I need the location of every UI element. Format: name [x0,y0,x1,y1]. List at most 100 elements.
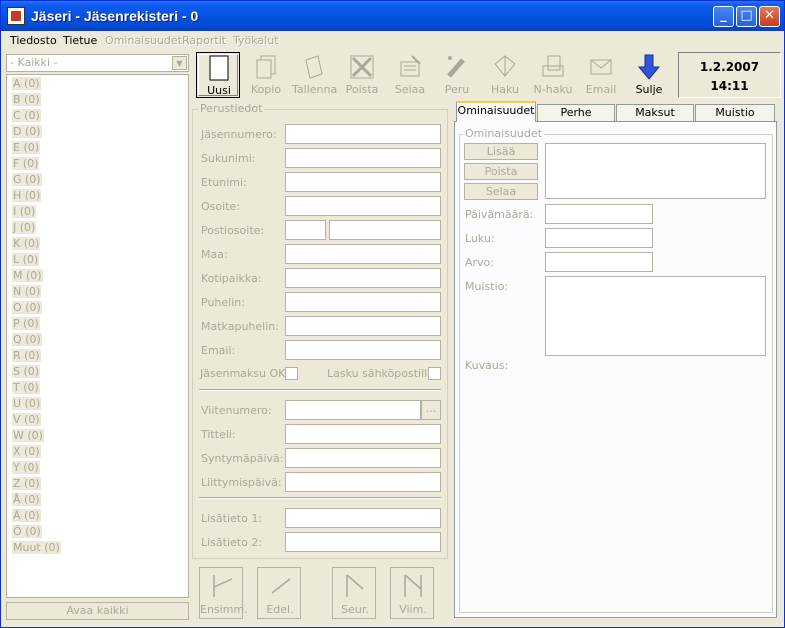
letter-list-item[interactable]: Y (0) [12,461,40,474]
tab-perhe[interactable]: Perhe [537,104,615,122]
letter-list-item[interactable]: L (0) [12,253,40,266]
menu-tyokalut[interactable]: Työkalut [233,34,279,47]
date-input[interactable] [545,204,653,224]
n-search-button[interactable]: N-haku [531,52,575,98]
letter-list-item[interactable]: Q (0) [12,333,42,346]
join-date-input[interactable] [285,472,441,492]
letter-list-item-label: A (0) [12,77,41,90]
chevron-down-icon[interactable]: ▼ [172,56,187,70]
filter-combo[interactable]: - Kaikki - ▼ [6,54,189,72]
tab-muistio[interactable]: Muistio [695,104,775,122]
letter-list-item[interactable]: Ö (0) [12,525,42,538]
search-button[interactable]: Haku [483,52,527,98]
mobile-input[interactable] [285,316,441,336]
title-bar[interactable]: Jäseri - Jäsenrekisteri - 0 _ □ ✕ [1,1,784,31]
letter-list-item[interactable]: C (0) [12,109,41,122]
add-property-button[interactable]: Lisää [464,143,538,160]
memo-label: Muistio: [465,280,509,293]
memo-textarea[interactable] [545,276,766,356]
close-button[interactable]: ✕ [759,6,780,27]
tab-ominaisuudet[interactable]: Ominaisuudet [456,101,536,122]
letter-list-item[interactable]: X (0) [12,445,41,458]
delete-property-button[interactable]: Poista [464,163,538,180]
properties-list[interactable] [545,143,766,199]
menu-raportit[interactable]: Raportit [182,34,226,47]
address-input[interactable] [285,196,441,216]
letter-list-item[interactable]: P (0) [12,317,40,330]
maximize-button[interactable]: □ [736,6,757,27]
letter-list-item-label: K (0) [12,237,41,250]
letter-list-item[interactable]: G (0) [12,173,42,186]
close-app-button[interactable]: Sulje [627,52,671,98]
extra-info2-input[interactable] [285,532,441,552]
title-input[interactable] [285,424,441,444]
letter-list-item[interactable]: J (0) [12,221,37,234]
email-invoice-checkbox[interactable] [428,367,441,380]
hometown-input[interactable] [285,268,441,288]
first-icon [213,575,233,597]
copy-button[interactable]: Kopio [244,52,288,98]
letter-list-item[interactable]: Z (0) [12,477,41,490]
save-button[interactable]: Tallenna [292,52,337,98]
surname-input[interactable] [285,148,441,168]
first-record-button[interactable]: Ensimm. [199,567,248,619]
postal-code-input[interactable] [285,220,326,240]
email-button[interactable]: Email [579,52,623,98]
letter-list-item[interactable]: A (0) [12,77,41,90]
letter-list-item[interactable]: Å (0) [12,493,41,506]
minimize-button[interactable]: _ [713,6,734,27]
letter-list-item[interactable]: Muut (0) [12,541,61,554]
cancel-button[interactable]: Peru [435,52,479,98]
value-input[interactable] [545,252,653,272]
browse-property-button[interactable]: Selaa [464,183,538,200]
birthdate-input[interactable] [285,448,441,468]
member-number-input[interactable] [285,124,441,144]
member-number-label: Jäsennumero: [201,128,277,141]
letter-list-item[interactable]: M (0) [12,269,43,282]
letter-list-item[interactable]: W (0) [12,429,44,442]
letter-list-item[interactable]: V (0) [12,413,41,426]
delete-button[interactable]: Poista [340,52,384,98]
last-record-button[interactable]: Viim. [390,567,434,619]
extra-info1-input[interactable] [285,508,441,528]
phone-input[interactable] [285,292,441,312]
menu-tiedosto[interactable]: Tiedosto [10,34,57,47]
menu-ominaisuudet[interactable]: Ominaisuudet [105,34,182,47]
letter-list-item[interactable]: O (0) [12,301,42,314]
prev-record-button[interactable]: Edel. [257,567,301,619]
letter-list-item[interactable]: H (0) [12,189,42,202]
letter-list-item[interactable]: Ä (0) [12,509,41,522]
menu-tietue[interactable]: Tietue [63,34,97,47]
postal-city-input[interactable] [329,220,441,240]
new-button[interactable]: Uusi [196,52,240,98]
next-record-button[interactable]: Seur. [332,567,376,619]
letter-list-item-label: Q (0) [12,333,42,346]
tab-maksut[interactable]: Maksut [616,104,694,122]
letter-list-item[interactable]: S (0) [12,365,41,378]
reference-number-button[interactable]: ... [421,400,441,420]
email-input[interactable] [285,340,441,360]
number-input[interactable] [545,228,653,248]
browse-icon [400,55,421,77]
letter-list-item[interactable]: B (0) [12,93,41,106]
letter-list[interactable]: A (0) B (0) C (0) D (0) E (0) F (0) G (0) H (0)… [6,74,189,598]
browse-button[interactable]: Selaa [388,52,432,98]
firstname-input[interactable] [285,172,441,192]
letter-list-item[interactable]: I (0) [12,205,37,218]
letter-list-item[interactable]: U (0) [12,397,42,410]
letter-list-item[interactable]: K (0) [12,237,41,250]
letter-list-item[interactable]: E (0) [12,141,41,154]
open-all-button[interactable]: Avaa kaikki [6,602,189,620]
membership-fee-checkbox[interactable] [285,367,298,380]
letter-list-item-label: O (0) [12,301,42,314]
letter-list-item[interactable]: F (0) [12,157,40,170]
country-input[interactable] [285,244,441,264]
letter-list-item[interactable]: N (0) [12,285,42,298]
letter-list-item[interactable]: T (0) [12,381,40,394]
email-label: Email: [201,344,236,357]
letter-list-item-label: D (0) [12,125,42,138]
letter-list-item[interactable]: R (0) [12,349,41,362]
reference-number-input[interactable] [285,400,421,420]
join-date-label: Liittymispäivä: [201,476,282,489]
letter-list-item[interactable]: D (0) [12,125,42,138]
